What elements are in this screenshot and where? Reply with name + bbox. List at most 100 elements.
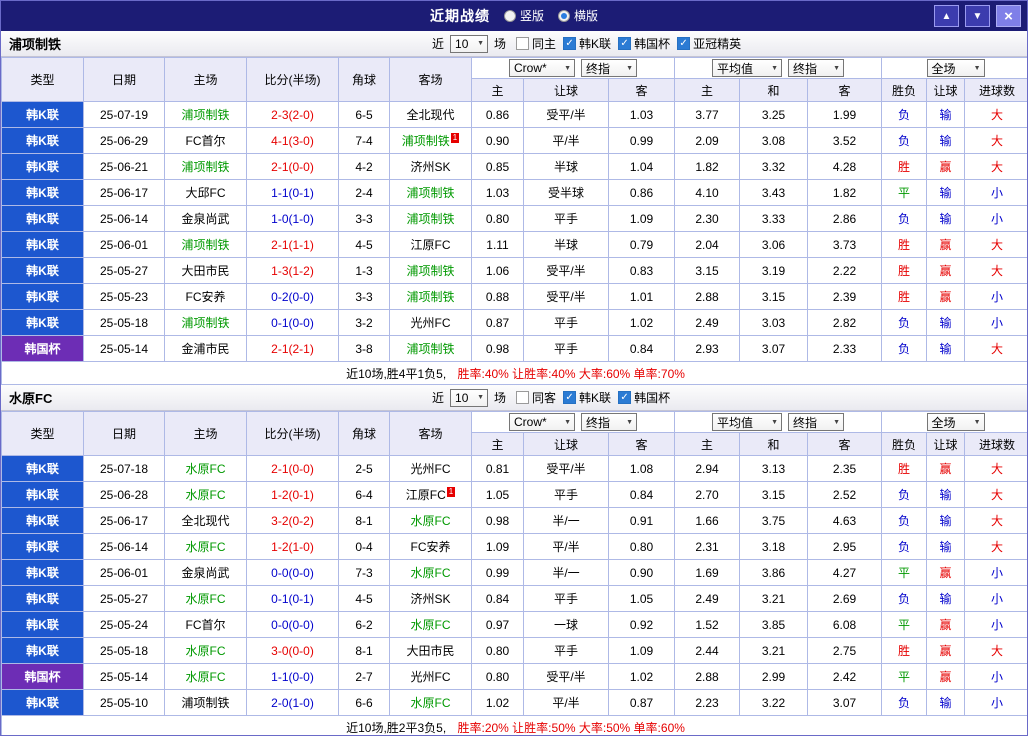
filter-label: 韩K联 [579,391,612,405]
match-row: 韩K联 25-06-28 水原FC 1-2(0-1) 6-4 江原FC 1 1.05 平手 0.8… [1,481,1027,508]
score-cell: 1-1(0-1) [246,179,339,206]
chevron-down-icon: ▼ [564,64,571,72]
date-cell: 25-06-01 [83,231,165,258]
handicap-odds-cell: 1.03 [471,179,524,206]
chevron-down-icon: ▼ [477,394,485,401]
score-cell: 2-1(1-1) [246,231,339,258]
date-cell: 25-06-17 [83,507,165,534]
home-team-cell: 水原FC [164,663,247,690]
radio-vertical-layout[interactable]: 竖版 [503,7,544,24]
europe-odds-cell: 2.09 [674,127,740,154]
filter-checkbox[interactable]: ✓ 韩K联 [563,35,611,52]
corner-cell: 1-3 [338,257,390,284]
column-header-ah-home: 主 [471,78,524,102]
league-cell: 韩K联 [1,637,84,664]
europe-odds-cell: 1.66 [674,507,740,534]
final-odds-select[interactable]: 终指 ▼ [788,59,844,77]
filter-checkbox[interactable]: ✓ 亚冠精英 [677,35,741,52]
match-scope-select[interactable]: 全场 ▼ [926,59,985,77]
corner-cell: 6-6 [338,689,390,716]
column-header-ah-line: 让球 [523,78,609,102]
europe-odds-cell: 3.43 [739,179,808,206]
europe-odds-cell: 3.75 [739,507,808,534]
away-team-cell: 光州FC [389,455,472,482]
match-count-select[interactable]: 10 ▼ [450,388,489,407]
arrow-up-icon: ▲ [941,10,952,22]
europe-odds-cell: 3.13 [739,455,808,482]
chevron-down-icon: ▼ [626,64,633,72]
league-cell: 韩K联 [1,101,84,128]
column-header-home: 主场 [164,57,247,102]
summary-row: 近10场,胜2平3负5, 胜率:20% 让胜率:50% 大率:50% 单率:60… [1,715,1027,735]
score-cell: 1-2(1-0) [246,533,339,560]
result-cell: 负 [881,205,928,232]
handicap-odds-cell: 半球 [523,153,609,180]
final-odds-select[interactable]: 终指 ▼ [581,413,637,431]
scroll-up-button[interactable]: ▲ [934,5,959,27]
scroll-down-button[interactable]: ▼ [965,5,990,27]
column-header-away: 客场 [389,411,472,456]
home-team-cell: 金泉尚武 [164,205,247,232]
score-cell: 0-1(0-0) [246,309,339,336]
radio-horizontal-layout[interactable]: 横版 [558,7,598,24]
away-team-cell: 大田市民 [389,637,472,664]
team-name: 济州SK [410,160,451,174]
result-cell: 大 [964,481,1027,508]
handicap-odds-cell: 0.85 [471,153,524,180]
match-scope-select[interactable]: 全场 ▼ [926,413,985,431]
league-cell: 韩K联 [1,257,84,284]
chevron-down-icon: ▼ [626,418,633,426]
result-cell: 平 [881,663,928,690]
result-cell: 输 [926,127,966,154]
result-cell: 赢 [926,153,966,180]
handicap-odds-cell: 平手 [523,309,609,336]
average-odds-select[interactable]: 平均值 ▼ [712,59,782,77]
europe-odds-cell: 3.15 [674,257,740,284]
corner-cell: 2-5 [338,455,390,482]
filter-checkbox[interactable]: 同主 [516,35,556,52]
average-odds-select[interactable]: 平均值 ▼ [712,413,782,431]
handicap-odds-cell: 0.90 [471,127,524,154]
filter-checkbox[interactable]: ✓ 韩国杯 [618,389,670,406]
final-odds-select[interactable]: 终指 ▼ [788,413,844,431]
away-team-cell: 水原FC [389,689,472,716]
filter-checkbox[interactable]: ✓ 韩K联 [563,389,611,406]
summary-rates: 胜率:20% 让胜率:50% 大率:50% 单率:60% [457,720,685,735]
filter-label: 同主 [532,37,557,51]
team-name: 水原FC [185,592,226,606]
europe-odds-cell: 3.18 [739,533,808,560]
europe-odds-cell: 2.39 [806,283,883,310]
score-cell: 0-1(0-1) [246,585,339,612]
final-odds-select[interactable]: 终指 ▼ [581,59,637,77]
match-row: 韩K联 25-05-27 水原FC 0-1(0-1) 4-5 济州SK 0.84 平手 1.05… [1,585,1027,612]
europe-odds-cell: 3.73 [806,231,883,258]
handicap-odds-cell: 0.79 [608,231,675,258]
panel-title: 近期战绩 [429,8,490,24]
handicap-odds-cell: 0.84 [471,585,524,612]
radio-icon [558,9,570,22]
match-count-select[interactable]: 10 ▼ [450,34,489,53]
europe-odds-cell: 1.69 [674,559,740,586]
column-header-ah-home: 主 [471,432,524,456]
corner-cell: 7-3 [338,559,390,586]
filter-checkbox[interactable]: ✓ 韩国杯 [618,35,670,52]
arrow-down-icon: ▼ [972,10,983,22]
score-cell: 0-0(0-0) [246,611,339,638]
filter-checkbox[interactable]: 同客 [516,389,556,406]
corner-cell: 3-3 [338,205,390,232]
close-button[interactable]: × [996,5,1021,27]
europe-odds-cell: 2.82 [806,309,883,336]
bookmaker-select[interactable]: Crow* ▼ [509,413,575,431]
date-cell: 25-06-14 [83,205,165,232]
result-cell: 大 [964,335,1027,362]
result-cell: 平 [881,611,928,638]
corner-cell: 4-2 [338,153,390,180]
bookmaker-select[interactable]: Crow* ▼ [509,59,575,77]
handicap-odds-cell: 0.99 [471,559,524,586]
section-pohang: 浦项制铁 近 10 ▼ 场同主 ✓ 韩K联 ✓ 韩国杯 ✓ 亚冠精英 类型 日期 主场 比分(半场… [1,31,1027,385]
match-row: 韩K联 25-06-17 大邱FC 1-1(0-1) 2-4 浦项制铁 1.03 受半球 0.8… [1,179,1027,206]
team-name: 浦项制铁 [181,160,230,174]
result-cell: 输 [926,533,966,560]
column-header-ah-result: 让球 [926,432,966,456]
result-cell: 大 [964,127,1027,154]
